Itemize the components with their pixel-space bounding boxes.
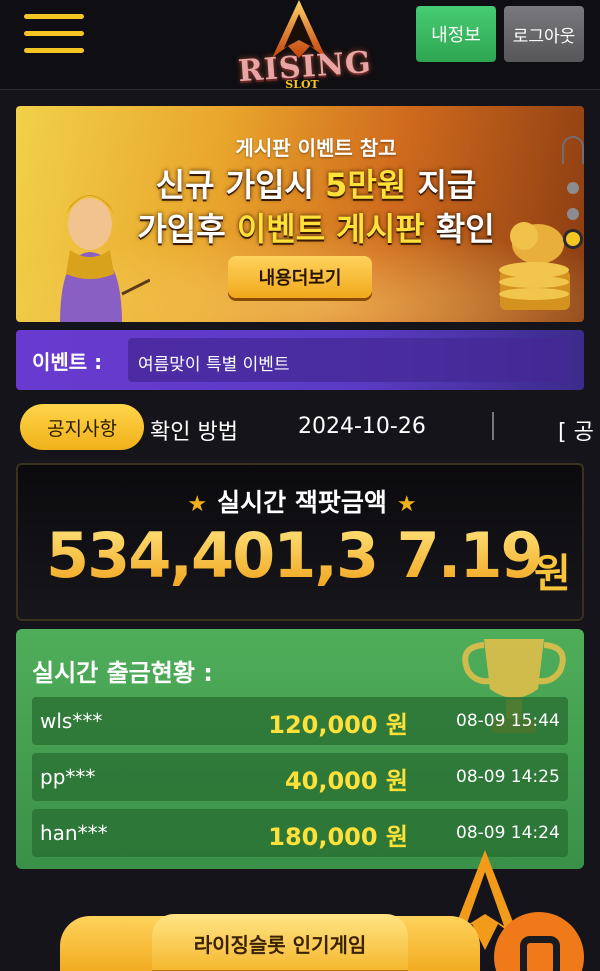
logo-sub-text: SLOT [285, 78, 319, 91]
banner-headline-2: 가입후 이벤트 게시판 확인 [137, 210, 495, 248]
chat-icon [520, 936, 560, 971]
jackpot-title: ★ 실시간 잭팟금액 ★ [187, 488, 417, 517]
withdrawal-amount: 120,000 원 [268, 711, 408, 739]
star-icon: ★ [187, 492, 208, 517]
notice-button[interactable]: 공지사항 [20, 404, 144, 450]
withdrawal-user: pp*** [40, 765, 96, 789]
withdrawal-user: wls*** [40, 709, 103, 733]
promo-banner[interactable]: 게시판 이벤트 참고 신규 가입시 5만원 지급 가입후 이벤트 게시판 확인 … [16, 106, 584, 322]
withdrawal-title: 실시간 출금현황 : [32, 659, 213, 687]
header: RISING SLOT 내정보 로그아웃 [0, 0, 600, 92]
withdrawal-time: 08-09 15:44 [456, 711, 560, 731]
notice-ticker: 공지사항 확인 방법 2024-10-26 [ 공 [16, 400, 600, 454]
withdrawal-amount: 180,000 원 [268, 823, 408, 851]
notice-date: 2024-10-26 [298, 414, 426, 439]
withdrawal-panel: 실시간 출금현황 : wls*** 120,000 원 08-09 15:44 … [16, 629, 584, 869]
withdrawal-amount: 40,000 원 [284, 767, 408, 795]
event-label: 이벤트 : [32, 350, 103, 374]
notice-divider [492, 412, 494, 440]
slider-dot[interactable] [567, 182, 579, 194]
slider-prev-icon[interactable] [562, 136, 584, 164]
my-info-button[interactable]: 내정보 [416, 6, 496, 62]
withdrawal-user: han*** [40, 821, 108, 845]
banner-pagination [558, 134, 588, 294]
withdrawal-time: 08-09 14:25 [456, 767, 560, 787]
jackpot-amount: 534,401,3 7.19 [46, 519, 586, 592]
event-bar: 이벤트 : 여름맞이 특별 이벤트 [16, 330, 584, 390]
slider-dot[interactable] [567, 208, 579, 220]
withdrawal-time: 08-09 14:24 [456, 823, 560, 843]
menu-icon[interactable] [24, 12, 86, 56]
slider-dot-active[interactable] [566, 232, 580, 246]
popular-games-tab[interactable]: 라이징슬롯 인기게임 [60, 914, 480, 971]
popular-games-title[interactable]: 라이징슬롯 인기게임 [152, 914, 408, 971]
site-logo[interactable]: RISING SLOT [232, 0, 373, 92]
withdrawal-row: wls*** 120,000 원 08-09 15:44 [32, 697, 568, 745]
star-icon: ★ [396, 492, 417, 517]
jackpot-unit: 원 [534, 551, 571, 597]
notice-title[interactable]: 확인 방법 [150, 414, 238, 446]
notice-next-item[interactable]: [ 공 [558, 414, 594, 446]
read-more-button[interactable]: 내용더보기 [228, 256, 372, 298]
banner-subtitle: 게시판 이벤트 참고 [235, 136, 397, 160]
banner-headline-1: 신규 가입시 5만원 지급 [155, 166, 477, 204]
logout-button[interactable]: 로그아웃 [504, 6, 584, 62]
jackpot-panel: ★ 실시간 잭팟금액 ★ 534,401,3 7.19 원 [16, 463, 584, 621]
event-item[interactable]: 여름맞이 특별 이벤트 [128, 338, 568, 382]
withdrawal-row: pp*** 40,000 원 08-09 14:25 [32, 753, 568, 801]
